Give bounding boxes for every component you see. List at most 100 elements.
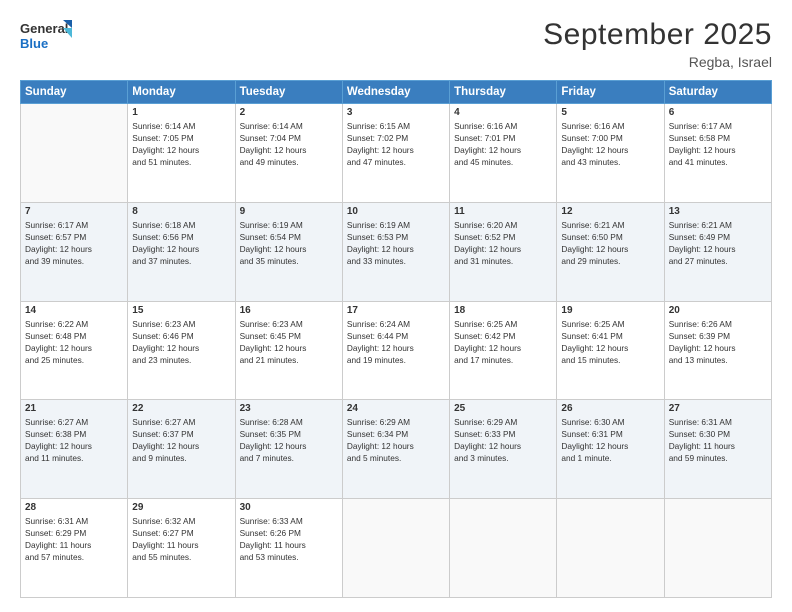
col-sunday: Sunday: [21, 81, 128, 104]
day-number: 23: [240, 403, 338, 414]
table-row: 5 Sunrise: 6:16 AMSunset: 7:00 PMDaylight…: [557, 104, 664, 203]
col-saturday: Saturday: [664, 81, 771, 104]
day-number: 15: [132, 305, 230, 316]
day-info: Sunrise: 6:21 AMSunset: 6:49 PMDaylight:…: [669, 219, 767, 267]
day-info: Sunrise: 6:17 AMSunset: 6:57 PMDaylight:…: [25, 219, 123, 267]
table-row: [664, 499, 771, 598]
day-number: 11: [454, 206, 552, 217]
day-number: 21: [25, 403, 123, 414]
table-row: 15 Sunrise: 6:23 AMSunset: 6:46 PMDayligh…: [128, 301, 235, 400]
day-info: Sunrise: 6:14 AMSunset: 7:05 PMDaylight:…: [132, 120, 230, 168]
title-block: September 2025 Regba, Israel: [543, 18, 772, 70]
svg-text:Blue: Blue: [20, 36, 48, 51]
day-info: Sunrise: 6:27 AMSunset: 6:37 PMDaylight:…: [132, 416, 230, 464]
day-number: 5: [561, 107, 659, 118]
day-info: Sunrise: 6:19 AMSunset: 6:54 PMDaylight:…: [240, 219, 338, 267]
table-row: [557, 499, 664, 598]
calendar-title: September 2025: [543, 18, 772, 52]
day-info: Sunrise: 6:27 AMSunset: 6:38 PMDaylight:…: [25, 416, 123, 464]
table-row: 11 Sunrise: 6:20 AMSunset: 6:52 PMDayligh…: [450, 202, 557, 301]
day-number: 28: [25, 502, 123, 513]
day-number: 3: [347, 107, 445, 118]
calendar-week-row: 7 Sunrise: 6:17 AMSunset: 6:57 PMDaylight…: [21, 202, 772, 301]
day-info: Sunrise: 6:14 AMSunset: 7:04 PMDaylight:…: [240, 120, 338, 168]
table-row: 21 Sunrise: 6:27 AMSunset: 6:38 PMDayligh…: [21, 400, 128, 499]
table-row: [21, 104, 128, 203]
day-info: Sunrise: 6:20 AMSunset: 6:52 PMDaylight:…: [454, 219, 552, 267]
col-wednesday: Wednesday: [342, 81, 449, 104]
table-row: 18Sunrise: 6:25 AMSunset: 6:42 PMDayligh…: [450, 301, 557, 400]
day-number: 4: [454, 107, 552, 118]
col-tuesday: Tuesday: [235, 81, 342, 104]
table-row: [450, 499, 557, 598]
day-number: 22: [132, 403, 230, 414]
table-row: 27 Sunrise: 6:31 AMSunset: 6:30 PMDayligh…: [664, 400, 771, 499]
day-info: Sunrise: 6:23 AMSunset: 6:46 PMDaylight:…: [132, 318, 230, 366]
table-row: [342, 499, 449, 598]
calendar-week-row: 14Sunrise: 6:22 AMSunset: 6:48 PMDayligh…: [21, 301, 772, 400]
day-info: Sunrise: 6:16 AMSunset: 7:00 PMDaylight:…: [561, 120, 659, 168]
day-number: 1: [132, 107, 230, 118]
calendar-week-row: 28 Sunrise: 6:31 AMSunset: 6:29 PMDayligh…: [21, 499, 772, 598]
day-number: 8: [132, 206, 230, 217]
day-info: Sunrise: 6:21 AMSunset: 6:50 PMDaylight:…: [561, 219, 659, 267]
day-info: Sunrise: 6:32 AMSunset: 6:27 PMDaylight:…: [132, 515, 230, 563]
table-row: 7 Sunrise: 6:17 AMSunset: 6:57 PMDaylight…: [21, 202, 128, 301]
day-info: Sunrise: 6:26 AMSunset: 6:39 PMDaylight:…: [669, 318, 767, 366]
day-number: 20: [669, 305, 767, 316]
table-row: 4 Sunrise: 6:16 AMSunset: 7:01 PMDaylight…: [450, 104, 557, 203]
day-number: 7: [25, 206, 123, 217]
table-row: 25Sunrise: 6:29 AMSunset: 6:33 PMDayligh…: [450, 400, 557, 499]
day-number: 10: [347, 206, 445, 217]
day-info: Sunrise: 6:23 AMSunset: 6:45 PMDaylight:…: [240, 318, 338, 366]
table-row: 6 Sunrise: 6:17 AMSunset: 6:58 PMDaylight…: [664, 104, 771, 203]
table-row: 22 Sunrise: 6:27 AMSunset: 6:37 PMDayligh…: [128, 400, 235, 499]
table-row: 3Sunrise: 6:15 AMSunset: 7:02 PMDaylight…: [342, 104, 449, 203]
table-row: 17 Sunrise: 6:24 AMSunset: 6:44 PMDayligh…: [342, 301, 449, 400]
day-info: Sunrise: 6:31 AMSunset: 6:30 PMDaylight:…: [669, 416, 767, 464]
table-row: 8 Sunrise: 6:18 AMSunset: 6:56 PMDaylight…: [128, 202, 235, 301]
day-info: Sunrise: 6:30 AMSunset: 6:31 PMDaylight:…: [561, 416, 659, 464]
calendar-table: Sunday Monday Tuesday Wednesday Thursday…: [20, 80, 772, 598]
table-row: 24Sunrise: 6:29 AMSunset: 6:34 PMDayligh…: [342, 400, 449, 499]
table-row: 2 Sunrise: 6:14 AMSunset: 7:04 PMDaylight…: [235, 104, 342, 203]
day-number: 6: [669, 107, 767, 118]
table-row: 29Sunrise: 6:32 AMSunset: 6:27 PMDayligh…: [128, 499, 235, 598]
day-number: 9: [240, 206, 338, 217]
calendar-week-row: 1 Sunrise: 6:14 AMSunset: 7:05 PMDaylight…: [21, 104, 772, 203]
table-row: 30Sunrise: 6:33 AMSunset: 6:26 PMDayligh…: [235, 499, 342, 598]
header: GeneralBlue September 2025 Regba, Israel: [20, 18, 772, 70]
table-row: 23 Sunrise: 6:28 AMSunset: 6:35 PMDayligh…: [235, 400, 342, 499]
day-number: 24: [347, 403, 445, 414]
table-row: 26Sunrise: 6:30 AMSunset: 6:31 PMDayligh…: [557, 400, 664, 499]
table-row: 9 Sunrise: 6:19 AMSunset: 6:54 PMDaylight…: [235, 202, 342, 301]
table-row: 1 Sunrise: 6:14 AMSunset: 7:05 PMDaylight…: [128, 104, 235, 203]
table-row: 14Sunrise: 6:22 AMSunset: 6:48 PMDayligh…: [21, 301, 128, 400]
day-number: 16: [240, 305, 338, 316]
table-row: 28 Sunrise: 6:31 AMSunset: 6:29 PMDayligh…: [21, 499, 128, 598]
calendar-header-row: Sunday Monday Tuesday Wednesday Thursday…: [21, 81, 772, 104]
day-info: Sunrise: 6:24 AMSunset: 6:44 PMDaylight:…: [347, 318, 445, 366]
day-number: 12: [561, 206, 659, 217]
table-row: 20 Sunrise: 6:26 AMSunset: 6:39 PMDayligh…: [664, 301, 771, 400]
day-info: Sunrise: 6:31 AMSunset: 6:29 PMDaylight:…: [25, 515, 123, 563]
col-thursday: Thursday: [450, 81, 557, 104]
table-row: 16 Sunrise: 6:23 AMSunset: 6:45 PMDayligh…: [235, 301, 342, 400]
svg-text:General: General: [20, 21, 68, 36]
calendar-subtitle: Regba, Israel: [543, 54, 772, 70]
logo: GeneralBlue: [20, 18, 72, 54]
day-info: Sunrise: 6:17 AMSunset: 6:58 PMDaylight:…: [669, 120, 767, 168]
table-row: 19Sunrise: 6:25 AMSunset: 6:41 PMDayligh…: [557, 301, 664, 400]
day-info: Sunrise: 6:28 AMSunset: 6:35 PMDaylight:…: [240, 416, 338, 464]
col-monday: Monday: [128, 81, 235, 104]
day-info: Sunrise: 6:19 AMSunset: 6:53 PMDaylight:…: [347, 219, 445, 267]
day-number: 13: [669, 206, 767, 217]
day-info: Sunrise: 6:18 AMSunset: 6:56 PMDaylight:…: [132, 219, 230, 267]
col-friday: Friday: [557, 81, 664, 104]
day-number: 27: [669, 403, 767, 414]
table-row: 13 Sunrise: 6:21 AMSunset: 6:49 PMDayligh…: [664, 202, 771, 301]
day-number: 14: [25, 305, 123, 316]
day-number: 17: [347, 305, 445, 316]
day-number: 2: [240, 107, 338, 118]
day-info: Sunrise: 6:16 AMSunset: 7:01 PMDaylight:…: [454, 120, 552, 168]
